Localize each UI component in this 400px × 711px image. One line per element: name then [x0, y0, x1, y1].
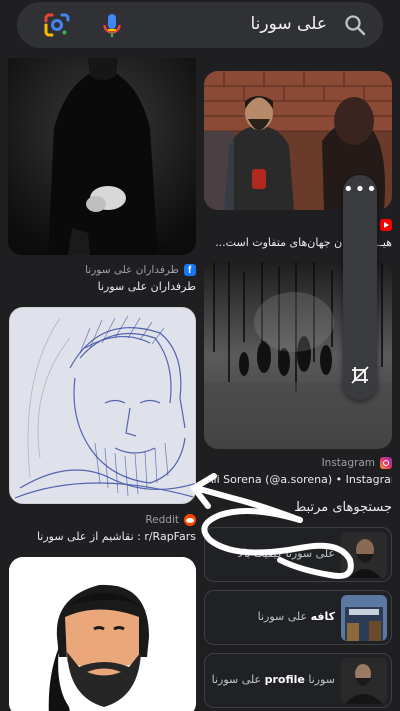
related-search-label: علی سورنا کیفیت بالا [237, 547, 335, 561]
result-source[interactable] [380, 219, 392, 231]
instagram-icon [380, 457, 392, 469]
search-query-text[interactable]: علی سورنا [251, 14, 328, 34]
google-lens-icon[interactable] [43, 11, 71, 39]
microphone-icon[interactable] [101, 13, 123, 39]
cartoon-bearded-man-image [9, 557, 196, 711]
floating-toolbar[interactable]: ••• [343, 175, 377, 400]
related-search-item[interactable]: سورنا profile علی سورنا [204, 653, 392, 708]
search-bar[interactable]: علی سورنا [17, 2, 383, 48]
result-image-sketch-portrait[interactable] [9, 307, 196, 504]
result-source[interactable]: Instagram [322, 457, 392, 469]
related-thumbnail [341, 532, 387, 578]
more-dots-icon[interactable]: ••• [343, 181, 377, 199]
result-image-cartoon-avatar[interactable] [9, 557, 196, 711]
result-title[interactable]: طرفداران علی سورنا [98, 280, 196, 293]
result-source[interactable]: f طرفداران علی سورنا [85, 264, 196, 276]
result-source-label: Reddit [145, 514, 179, 526]
search-icon[interactable] [343, 13, 367, 37]
result-source-label: طرفداران علی سورنا [85, 264, 179, 276]
reddit-icon [184, 514, 196, 526]
result-title[interactable]: Ali Sorena (@a.sorena) • Instagram ... [206, 473, 392, 486]
related-thumbnail [341, 658, 387, 704]
facebook-icon: f [184, 264, 196, 276]
result-source-label: Instagram [321, 457, 375, 469]
related-search-label: کافه علی سورنا [257, 610, 335, 624]
youtube-icon [380, 219, 392, 231]
related-searches-heading: جستجوهای مرتبط [294, 500, 392, 515]
pen-sketch-portrait-image [10, 308, 195, 503]
result-image-man-black-suit[interactable] [8, 58, 196, 255]
result-title[interactable]: r/RapFars : نقاشیم از علی سورنا [37, 530, 196, 543]
related-search-label: سورنا profile علی سورنا [211, 673, 335, 687]
related-search-item[interactable]: علی سورنا کیفیت بالا [204, 527, 392, 582]
related-thumbnail [341, 595, 387, 641]
result-source[interactable]: Reddit [145, 514, 196, 526]
image-search-page: علی سورنا f طرفداران علی سورنا طرفداران [0, 0, 400, 711]
man-in-black-image [8, 58, 196, 255]
related-search-item[interactable]: کافه علی سورنا [204, 590, 392, 645]
crop-off-icon[interactable] [350, 365, 370, 385]
